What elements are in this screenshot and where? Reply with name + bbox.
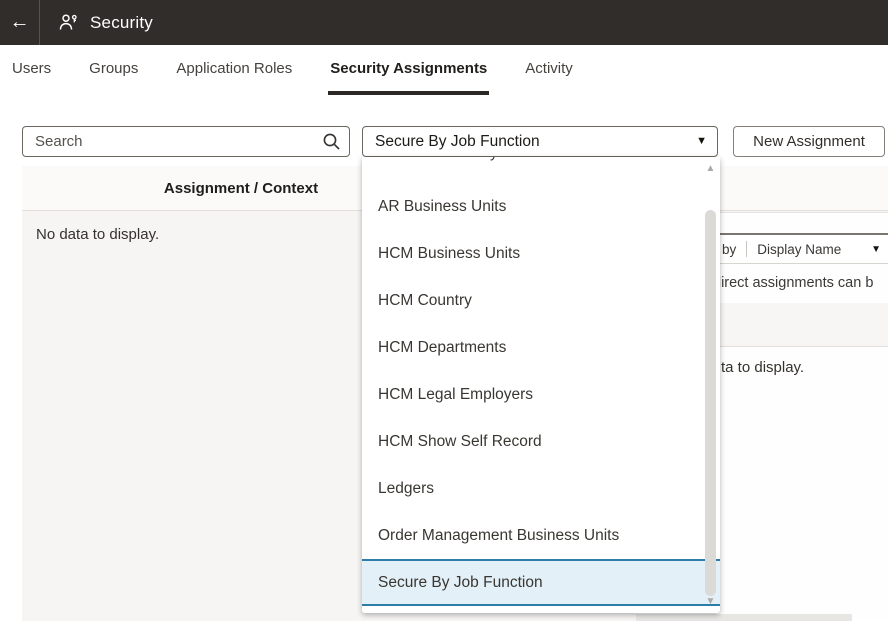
security-context-select-value: Secure By Job Function — [375, 133, 696, 151]
sort-divider — [746, 241, 747, 257]
tab-users[interactable]: Users — [10, 45, 53, 95]
dropdown-item[interactable]: HCM Business Units — [362, 230, 720, 277]
top-app-bar: ← Security — [0, 0, 888, 45]
dropdown-scrollbar[interactable]: ▲ ▼ — [704, 161, 717, 609]
dropdown-item[interactable]: Ledgers — [362, 465, 720, 512]
dropdown-item[interactable]: AR Business Units — [362, 183, 720, 230]
chevron-down-icon: ▼ — [696, 136, 707, 147]
tab-activity[interactable]: Activity — [523, 45, 575, 95]
security-context-select[interactable]: Secure By Job Function ▼ — [362, 126, 718, 157]
dropdown-item-clipped[interactable]: Show All Security Contexts — [362, 157, 720, 183]
scrollbar-thumb[interactable] — [705, 210, 716, 596]
tab-security-assignments[interactable]: Security Assignments — [328, 45, 489, 95]
dropdown-item[interactable]: HCM Show Self Record — [362, 418, 720, 465]
info-text-fragment: direct assignments can b — [713, 275, 873, 291]
dropdown-item[interactable]: HCM Country — [362, 277, 720, 324]
tab-groups[interactable]: Groups — [87, 45, 140, 95]
search-input[interactable] — [22, 126, 350, 157]
search-icon[interactable] — [322, 132, 341, 156]
sort-value-dropdown[interactable]: Display Name — [757, 242, 841, 257]
scroll-up-icon[interactable]: ▲ — [704, 163, 717, 175]
security-users-icon — [58, 13, 79, 33]
security-context-dropdown-list: Show All Security Contexts AR Business U… — [362, 157, 720, 613]
page-title: Security — [90, 13, 153, 33]
table-empty-text: No data to display. — [36, 226, 159, 243]
tab-application-roles[interactable]: Application Roles — [174, 45, 294, 95]
horizontal-scrollbar[interactable] — [636, 614, 852, 621]
dropdown-item-selected[interactable]: Secure By Job Function — [362, 559, 720, 606]
tab-bar: Users Groups Application Roles Security … — [0, 45, 888, 95]
back-button[interactable]: ← — [0, 0, 40, 45]
dropdown-item[interactable]: Order Management Business Units — [362, 512, 720, 559]
scroll-down-icon[interactable]: ▼ — [704, 596, 717, 608]
dropdown-item[interactable]: HCM Legal Employers — [362, 371, 720, 418]
chevron-down-icon[interactable]: ▼ — [871, 244, 881, 255]
sort-by-label-fragment: by — [722, 242, 736, 257]
new-assignment-button[interactable]: New Assignment — [733, 126, 885, 157]
details-empty-text-fragment: ta to display. — [721, 359, 804, 376]
search-box — [22, 126, 350, 157]
dropdown-item[interactable]: HCM Departments — [362, 324, 720, 371]
